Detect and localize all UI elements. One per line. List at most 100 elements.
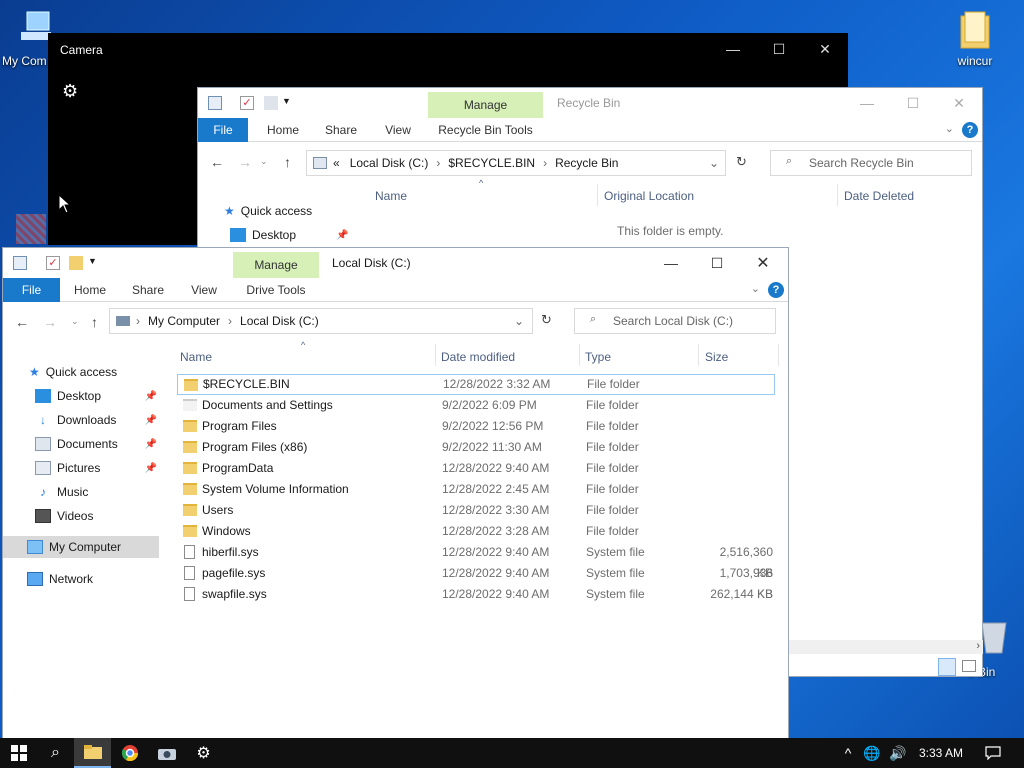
- nav-desktop[interactable]: Desktop 📌: [230, 224, 348, 246]
- clock-time[interactable]: 3:33 AM: [912, 738, 970, 768]
- start-button[interactable]: [0, 738, 37, 768]
- table-row[interactable]: Windows 12/28/2022 3:28 AM File folder: [177, 521, 775, 542]
- manage-contextual-tab[interactable]: Manage: [428, 92, 543, 118]
- camera-taskbar-button[interactable]: [148, 738, 185, 768]
- qat-dropdown-icon[interactable]: ▼: [88, 256, 102, 270]
- pin-icon[interactable]: 📌: [145, 439, 157, 450]
- nav-quick-access[interactable]: ★ Quick access: [29, 361, 117, 383]
- tab-share[interactable]: Share: [123, 278, 173, 302]
- refresh-button[interactable]: ↻: [541, 312, 552, 328]
- refresh-button[interactable]: ↻: [736, 154, 747, 170]
- minimize-button[interactable]: —: [844, 88, 890, 118]
- back-button[interactable]: ←: [210, 154, 224, 170]
- tab-view[interactable]: View: [373, 118, 423, 142]
- volume-icon[interactable]: 🔊: [884, 738, 912, 768]
- table-row[interactable]: pagefile.sys 12/28/2022 9:40 AM System fil…: [177, 563, 775, 601]
- close-button[interactable]: ✕: [936, 88, 982, 118]
- large-icons-view-button[interactable]: [962, 660, 976, 672]
- new-folder-icon[interactable]: [264, 96, 278, 110]
- address-overflow[interactable]: «: [333, 156, 340, 170]
- address-bar[interactable]: › My Computer › Local Disk (C:) ⌄: [109, 308, 533, 334]
- nav-network[interactable]: Network: [27, 568, 93, 590]
- new-folder-icon[interactable]: [69, 256, 83, 270]
- notifications-icon[interactable]: [978, 738, 1008, 768]
- forward-button[interactable]: →: [43, 314, 57, 330]
- pin-icon[interactable]: 📌: [336, 230, 348, 241]
- nav-documents[interactable]: Documents 📌: [35, 433, 161, 455]
- search-icon[interactable]: ⌕: [37, 738, 74, 768]
- column-header-type[interactable]: Type: [585, 350, 611, 364]
- pin-icon[interactable]: 📌: [145, 391, 157, 402]
- back-button[interactable]: ←: [15, 314, 29, 330]
- column-header-name[interactable]: Name: [180, 350, 212, 364]
- desktop-icon-wincur[interactable]: wincur: [940, 10, 1010, 68]
- table-row[interactable]: Documents and Settings 9/2/2022 6:09 PM Fi…: [177, 395, 775, 416]
- search-input[interactable]: Search Local Disk (C:): [574, 308, 776, 334]
- maximize-button[interactable]: ☐: [756, 33, 802, 65]
- properties-icon[interactable]: [208, 96, 222, 110]
- search-input[interactable]: Search Recycle Bin: [770, 150, 972, 176]
- local-disk-window[interactable]: ✓ ▼ Manage Local Disk (C:) — ☐ ✕ File Ho…: [2, 247, 789, 740]
- nav-my-computer[interactable]: My Computer: [3, 536, 159, 558]
- recent-dropdown-icon[interactable]: ⌄: [71, 316, 79, 327]
- address-segment-recycle-bin[interactable]: Recycle Bin: [555, 156, 618, 170]
- nav-videos[interactable]: Videos: [35, 505, 93, 527]
- address-dropdown-icon[interactable]: ⌄: [514, 314, 524, 328]
- chrome-taskbar-button[interactable]: [111, 738, 148, 768]
- tab-share[interactable]: Share: [316, 118, 366, 142]
- nav-music[interactable]: ♪ Music: [35, 481, 88, 503]
- chevron-right-icon[interactable]: ›: [436, 156, 440, 170]
- manage-contextual-tab[interactable]: Manage: [233, 252, 319, 278]
- table-row[interactable]: swapfile.sys 12/28/2022 9:40 AM System fil…: [177, 584, 775, 605]
- forward-button[interactable]: →: [238, 154, 252, 170]
- close-button[interactable]: ✕: [740, 248, 786, 278]
- address-segment-local-disk[interactable]: Local Disk (C:): [240, 314, 319, 328]
- nav-quick-access[interactable]: ★ Quick access: [224, 200, 312, 222]
- column-header-date-modified[interactable]: Date modified: [441, 350, 515, 364]
- checkmark-icon[interactable]: ✓: [240, 96, 254, 110]
- chevron-right-icon[interactable]: ›: [136, 314, 140, 328]
- tab-recycle-bin-tools[interactable]: Recycle Bin Tools: [428, 123, 543, 137]
- chevron-right-icon[interactable]: ›: [228, 314, 232, 328]
- maximize-button[interactable]: ☐: [694, 248, 740, 278]
- ribbon-expand-icon[interactable]: ⌄: [945, 122, 954, 135]
- scroll-right-icon[interactable]: ›: [976, 640, 980, 652]
- address-bar[interactable]: « Local Disk (C:) › $RECYCLE.BIN › Recyc…: [306, 150, 726, 176]
- qat-dropdown-icon[interactable]: ▼: [282, 96, 296, 110]
- address-segment-recycle-bin-folder[interactable]: $RECYCLE.BIN: [448, 156, 535, 170]
- address-segment-local-disk[interactable]: Local Disk (C:): [350, 156, 429, 170]
- nav-desktop[interactable]: Desktop 📌: [35, 385, 161, 407]
- checkmark-icon[interactable]: ✓: [46, 256, 60, 270]
- chevron-right-icon[interactable]: ›: [543, 156, 547, 170]
- table-row[interactable]: $RECYCLE.BIN 12/28/2022 3:32 AM File folde…: [177, 374, 775, 395]
- table-row[interactable]: hiberfil.sys 12/28/2022 9:40 AM System fil…: [177, 542, 775, 580]
- tab-file[interactable]: File: [198, 118, 248, 142]
- tab-file[interactable]: File: [3, 278, 60, 302]
- gear-icon[interactable]: ⚙: [62, 81, 78, 102]
- pin-icon[interactable]: 📌: [145, 415, 157, 426]
- nav-downloads[interactable]: ↓ Downloads 📌: [35, 409, 161, 431]
- properties-icon[interactable]: [13, 256, 27, 270]
- column-header-original-location[interactable]: Original Location: [604, 189, 694, 203]
- minimize-button[interactable]: —: [648, 248, 694, 278]
- nav-pictures[interactable]: Pictures 📌: [35, 457, 161, 479]
- help-icon[interactable]: ?: [962, 122, 978, 138]
- minimize-button[interactable]: —: [710, 33, 756, 65]
- details-view-button[interactable]: [938, 658, 956, 676]
- maximize-button[interactable]: ☐: [890, 88, 936, 118]
- address-dropdown-icon[interactable]: ⌄: [709, 156, 719, 170]
- up-button[interactable]: ↑: [91, 314, 98, 330]
- up-button[interactable]: ↑: [284, 154, 291, 170]
- pin-icon[interactable]: 📌: [145, 463, 157, 474]
- help-icon[interactable]: ?: [768, 282, 784, 298]
- horizontal-scrollbar[interactable]: ›: [789, 640, 983, 654]
- table-row[interactable]: Program Files 9/2/2022 12:56 PM File folde…: [177, 416, 775, 437]
- table-row[interactable]: ProgramData 12/28/2022 9:40 AM File folder: [177, 458, 775, 479]
- ribbon-expand-icon[interactable]: ⌄: [751, 282, 760, 295]
- tab-home[interactable]: Home: [65, 278, 115, 302]
- recent-dropdown-icon[interactable]: ⌄: [260, 156, 268, 167]
- desktop-icon-partial[interactable]: [16, 214, 46, 244]
- column-header-date-deleted[interactable]: Date Deleted: [844, 189, 914, 203]
- file-explorer-taskbar-button[interactable]: [74, 738, 111, 768]
- tab-home[interactable]: Home: [258, 118, 308, 142]
